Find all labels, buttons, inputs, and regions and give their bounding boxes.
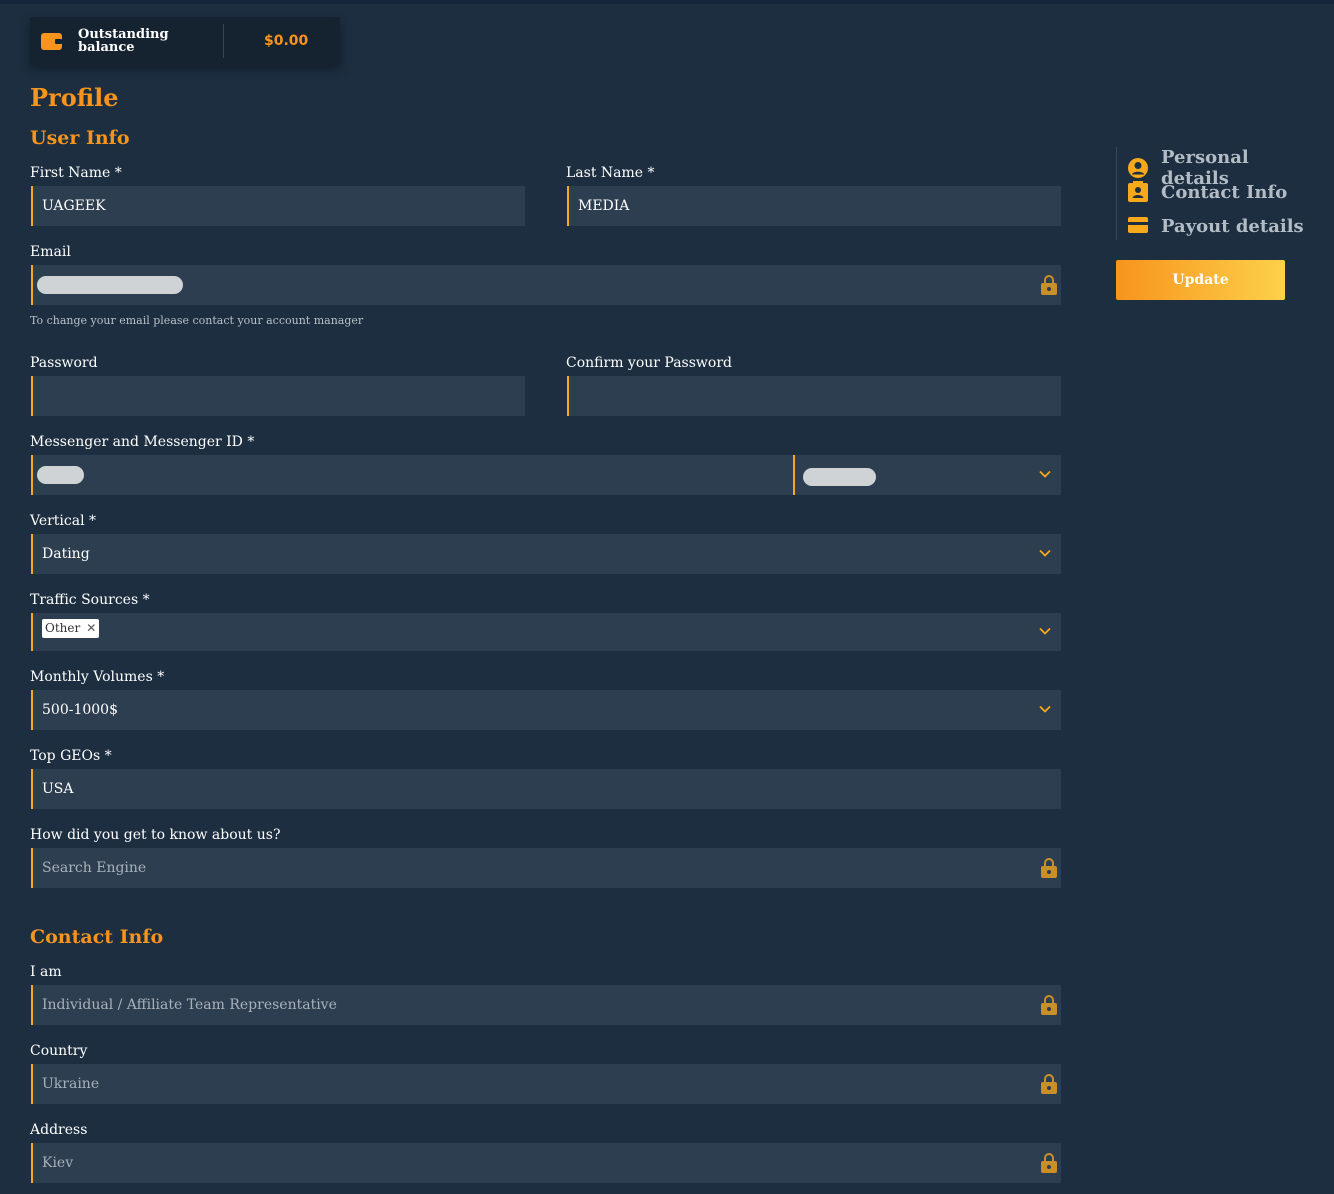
chevron-down-icon — [1039, 547, 1051, 559]
how-know-input[interactable]: Search Engine — [31, 848, 1061, 888]
confirm-password-input[interactable] — [567, 376, 1061, 416]
tag-label: Other — [45, 621, 81, 635]
user-circle-icon — [1127, 157, 1149, 179]
top-geos-label: Top GEOs * — [30, 748, 112, 764]
email-redacted — [37, 276, 183, 294]
balance-label: Outstanding balance — [78, 27, 169, 55]
wallet-icon — [41, 31, 63, 51]
side-nav-label: Contact Info — [1161, 181, 1288, 203]
email-hint: To change your email please contact your… — [30, 314, 364, 327]
confirm-password-label: Confirm your Password — [566, 355, 732, 371]
lock-icon — [1041, 995, 1057, 1015]
side-nav-label: Payout details — [1161, 215, 1304, 237]
vertical-select[interactable]: Dating — [31, 534, 1061, 574]
country-label: Country — [30, 1043, 88, 1059]
email-input[interactable] — [31, 265, 1061, 305]
messenger-redacted — [803, 468, 876, 486]
balance-card: Outstanding balance $0.00 — [30, 17, 340, 65]
how-know-label: How did you get to know about us? — [30, 827, 281, 843]
section-title-contact-info: Contact Info — [30, 926, 164, 948]
password-input[interactable] — [31, 376, 525, 416]
top-geos-input[interactable]: USA — [31, 769, 1061, 809]
vertical-label: Vertical * — [30, 513, 97, 529]
email-label: Email — [30, 244, 71, 260]
messenger-label: Messenger and Messenger ID * — [30, 434, 255, 450]
credit-card-icon — [1127, 215, 1149, 237]
messenger-id-redacted — [37, 466, 84, 484]
last-name-input[interactable]: MEDIA — [567, 186, 1061, 226]
country-input[interactable]: Ukraine — [31, 1064, 1061, 1104]
first-name-value: UAGEEK — [42, 198, 106, 214]
lock-icon — [1041, 275, 1057, 295]
monthly-volumes-select[interactable]: 500-1000$ — [31, 690, 1061, 730]
contact-card-icon — [1127, 181, 1149, 203]
lock-icon — [1041, 858, 1057, 878]
top-geos-value: USA — [42, 781, 74, 797]
lock-icon — [1041, 1153, 1057, 1173]
last-name-label: Last Name * — [566, 165, 655, 181]
first-name-label: First Name * — [30, 165, 122, 181]
i-am-input[interactable]: Individual / Affiliate Team Representati… — [31, 985, 1061, 1025]
chevron-down-icon — [1039, 703, 1051, 715]
messenger-select[interactable] — [793, 455, 1061, 495]
traffic-source-tag: Other ✕ — [42, 618, 100, 638]
monthly-volumes-value: 500-1000$ — [42, 702, 118, 718]
address-value: Kiev — [42, 1155, 74, 1171]
address-input[interactable]: Kiev — [31, 1143, 1061, 1183]
traffic-sources-select[interactable]: Other ✕ — [31, 613, 1061, 651]
password-label: Password — [30, 355, 98, 371]
chevron-down-icon — [1039, 625, 1051, 637]
chevron-down-icon — [1039, 468, 1051, 480]
balance-divider — [223, 24, 224, 58]
page-title: Profile — [30, 83, 119, 112]
messenger-id-input[interactable] — [31, 455, 794, 495]
tag-remove-icon[interactable]: ✕ — [86, 621, 96, 635]
monthly-volumes-label: Monthly Volumes * — [30, 669, 165, 685]
top-border — [0, 0, 1334, 4]
how-know-value: Search Engine — [42, 860, 147, 876]
vertical-value: Dating — [42, 546, 90, 562]
side-nav-item-payout-details[interactable]: Payout details — [1127, 215, 1304, 237]
balance-value: $0.00 — [264, 33, 309, 49]
first-name-input[interactable]: UAGEEK — [31, 186, 525, 226]
lock-icon — [1041, 1074, 1057, 1094]
update-button[interactable]: Update — [1116, 260, 1285, 300]
section-title-user-info: User Info — [30, 127, 130, 149]
i-am-label: I am — [30, 964, 62, 980]
side-nav: Personal details Contact Info Payout det… — [1116, 147, 1316, 240]
traffic-sources-label: Traffic Sources * — [30, 592, 150, 608]
last-name-value: MEDIA — [578, 198, 630, 214]
address-label: Address — [30, 1122, 88, 1138]
country-value: Ukraine — [42, 1076, 100, 1092]
side-nav-item-contact-info[interactable]: Contact Info — [1127, 181, 1287, 203]
i-am-value: Individual / Affiliate Team Representati… — [42, 997, 337, 1013]
